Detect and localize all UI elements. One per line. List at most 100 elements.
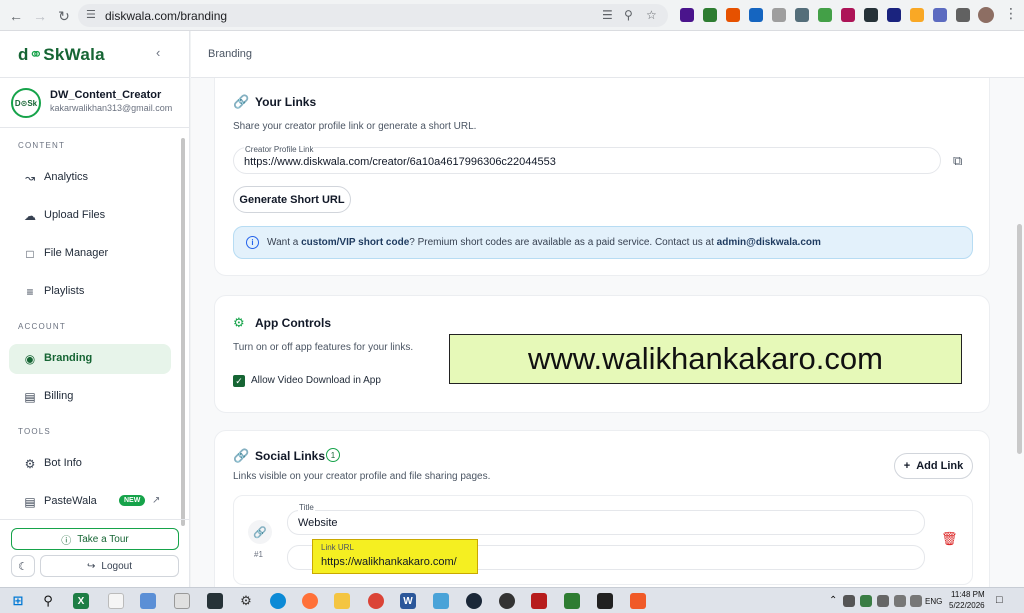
link-title-field[interactable]: Title Website — [287, 503, 925, 535]
address-bar[interactable]: ☰ diskwala.com/branding ☰ ⚲ ☆ — [78, 4, 668, 27]
add-link-button[interactable]: + Add Link — [894, 453, 973, 479]
creator-profile-link-field[interactable]: Creator Profile Link https://www.diskwal… — [233, 145, 941, 174]
network-icon[interactable] — [877, 595, 889, 607]
sidebar-item-pastewala[interactable]: ▤ PasteWala NEW ↗ — [9, 487, 171, 517]
sidebar: d⚭SkWala ‹ D⊙Sk DW_Content_Creator kakar… — [0, 31, 190, 587]
back-icon[interactable]: ← — [6, 6, 26, 26]
sidebar-item-playlists[interactable]: ≡ Playlists — [9, 277, 171, 307]
volume-icon[interactable] — [910, 595, 922, 607]
logout-icon: ↪ — [87, 560, 96, 572]
delete-trash-icon[interactable]: 🗑 — [941, 531, 958, 547]
ext-10-icon[interactable] — [887, 8, 901, 22]
chrome-icon[interactable] — [368, 593, 384, 609]
site-info-icon[interactable]: ☰ — [86, 8, 96, 21]
notification-icon[interactable]: □ — [996, 594, 1003, 606]
ext-11-icon[interactable] — [910, 8, 924, 22]
ext-8-icon[interactable] — [841, 8, 855, 22]
language-indicator[interactable]: ENG — [925, 597, 942, 606]
section-label-tools: TOOLS — [18, 427, 51, 436]
ext-5-icon[interactable] — [772, 8, 786, 22]
copy-icon[interactable]: ⧉ — [953, 153, 962, 169]
bookmark-star-icon[interactable]: ☆ — [646, 8, 657, 22]
ext-13-icon[interactable] — [956, 8, 970, 22]
ext-7-icon[interactable] — [818, 8, 832, 22]
diskwala-logo[interactable]: d⚭SkWala — [18, 45, 105, 65]
app-icon[interactable] — [499, 593, 515, 609]
take-a-tour-button[interactable]: ⓘ Take a Tour — [11, 528, 179, 550]
sidebar-scrollbar[interactable] — [181, 138, 185, 526]
windows-start-icon[interactable]: ⊞ — [10, 593, 26, 609]
app-icon[interactable] — [564, 593, 580, 609]
ext-3-icon[interactable] — [726, 8, 740, 22]
plus-icon: + — [903, 460, 911, 472]
url-text: diskwala.com/branding — [105, 9, 228, 23]
admin-email-link[interactable]: admin@diskwala.com — [717, 237, 821, 248]
ext-12-icon[interactable] — [933, 8, 947, 22]
settings-gear-icon[interactable]: ⚙ — [238, 593, 254, 609]
sidebar-item-billing[interactable]: ▤ Billing — [9, 382, 171, 412]
control-panel-icon[interactable] — [140, 593, 156, 609]
menu-kebab-icon[interactable]: ⋮ — [1004, 5, 1018, 22]
ext-1-icon[interactable] — [680, 8, 694, 22]
collapse-sidebar-icon[interactable]: ‹ — [156, 45, 160, 60]
reload-icon[interactable]: ↻ — [54, 6, 74, 26]
epic-games-icon[interactable] — [597, 593, 613, 609]
browser-toolbar: ← → ↻ ☰ diskwala.com/branding ☰ ⚲ ☆ ⋮ — [0, 0, 1024, 31]
file-explorer-icon[interactable] — [334, 593, 350, 609]
document-icon[interactable] — [174, 593, 190, 609]
security-shield-icon[interactable] — [207, 593, 223, 609]
sidebar-item-bot-info[interactable]: ⚙ Bot Info — [9, 449, 171, 479]
external-link-icon: ↗ — [152, 495, 161, 506]
receipt-icon: ▤ — [24, 390, 36, 404]
clock-date[interactable]: 5/22/2026 — [949, 601, 985, 610]
ext-6-icon[interactable] — [795, 8, 809, 22]
word-icon[interactable]: W — [400, 593, 416, 609]
tray-chevron-icon[interactable]: ⌃ — [829, 595, 837, 606]
forward-icon[interactable]: → — [30, 6, 50, 26]
battery-icon[interactable] — [894, 595, 906, 607]
app-icon[interactable] — [630, 593, 646, 609]
playlist-icon: ≡ — [26, 285, 34, 299]
profile-avatar-icon[interactable] — [978, 7, 994, 23]
sidebar-item-file-manager[interactable]: □ File Manager — [9, 239, 171, 269]
link-icon: 🔗 — [233, 94, 250, 109]
link-icon: 🔗 — [248, 520, 272, 544]
search-icon[interactable]: ⚲ — [40, 593, 56, 609]
palette-icon: ◉ — [24, 352, 36, 366]
translate-icon[interactable]: ☰ — [602, 8, 613, 22]
main-scrollbar[interactable] — [1017, 224, 1022, 454]
ext-4-icon[interactable] — [749, 8, 763, 22]
theme-toggle-moon-icon[interactable]: ☾ — [11, 555, 35, 577]
sidebar-item-analytics[interactable]: ↝ Analytics — [9, 163, 171, 193]
main-content: Branding 🔗 Your Links Share your creator… — [191, 31, 1024, 587]
link-icon: 🔗 — [233, 448, 250, 463]
firefox-icon[interactable] — [302, 593, 318, 609]
edge-icon[interactable] — [270, 593, 286, 609]
sidebar-item-branding[interactable]: ◉ Branding — [9, 344, 171, 374]
tray-icon[interactable] — [860, 595, 872, 607]
user-email: kakarwalikhan313@gmail.com — [50, 103, 173, 113]
clock-time[interactable]: 11:48 PM — [951, 590, 985, 599]
excel-icon[interactable]: X — [73, 593, 89, 609]
app-controls-subtitle: Turn on or off app features for your lin… — [233, 342, 414, 353]
zoom-icon[interactable]: ⚲ — [624, 8, 633, 22]
bot-icon: ⚙ — [24, 457, 36, 471]
windows-taskbar: ⊞ ⚲ X ⚙ W ⌃ ENG 11:48 PM 5/22/2026 □ — [0, 587, 1024, 613]
link-url-field[interactable]: Link URL https://walikhankakaro.com/ — [312, 539, 478, 574]
section-label-content: CONTENT — [18, 141, 66, 150]
folder-icon: □ — [26, 247, 34, 261]
ext-9-icon[interactable] — [864, 8, 878, 22]
generate-short-url-button[interactable]: Generate Short URL — [233, 186, 351, 213]
steam-icon[interactable] — [466, 593, 482, 609]
help-circle-icon: ⓘ — [61, 535, 72, 547]
notepad-icon[interactable] — [108, 593, 124, 609]
sidebar-item-upload-files[interactable]: ☁ Upload Files — [9, 201, 171, 231]
app-icon[interactable] — [531, 593, 547, 609]
social-links-subtitle: Links visible on your creator profile an… — [233, 471, 491, 482]
ext-2-icon[interactable] — [703, 8, 717, 22]
divider — [0, 519, 190, 520]
tray-icon[interactable] — [843, 595, 855, 607]
app-icon[interactable] — [433, 593, 449, 609]
allow-video-download-checkbox[interactable]: ✓ — [233, 375, 245, 387]
logout-button[interactable]: ↪ Logout — [40, 555, 179, 577]
